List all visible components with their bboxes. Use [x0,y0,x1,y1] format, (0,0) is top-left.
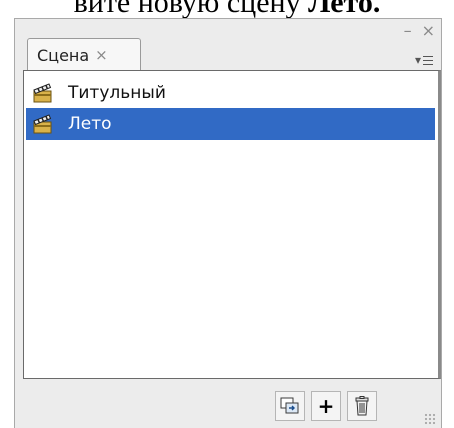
scene-toolbar: + [275,391,377,425]
scene-name: Лето [68,114,112,134]
scene-list[interactable]: Титульный Лето [23,70,441,379]
chevron-down-icon: ▾ [414,53,422,67]
panel-menu-button[interactable]: ▾ [413,51,435,69]
minimize-button[interactable]: – [404,23,412,39]
instruction-caption: вите новую сцену Лето. [0,0,454,20]
delete-scene-button[interactable] [347,391,377,421]
clapperboard-icon [33,83,52,103]
close-panel-button[interactable]: × [422,23,435,39]
menu-lines-icon [423,55,434,65]
plus-icon: + [317,394,335,418]
resize-grip[interactable] [424,413,436,425]
clapperboard-icon [33,114,52,134]
caption-text: вите новую сцену [73,0,309,19]
scene-panel: – × Сцена × ▾ Титульный Лето + [14,18,442,428]
scene-name: Титульный [68,83,166,103]
tab-close-icon[interactable]: × [95,46,108,64]
add-scene-button[interactable]: + [311,391,341,421]
scene-row-titulny[interactable]: Титульный [26,77,435,109]
scene-row-leto[interactable]: Лето [26,108,435,140]
tab-label: Сцена [37,45,90,65]
tab-scene[interactable]: Сцена × [27,38,141,71]
panel-window-controls: – × [404,23,435,39]
caption-bold-scene-name: Лето. [308,0,381,19]
duplicate-scene-icon [280,397,299,414]
trash-icon [355,396,369,416]
duplicate-scene-button[interactable] [275,391,305,421]
